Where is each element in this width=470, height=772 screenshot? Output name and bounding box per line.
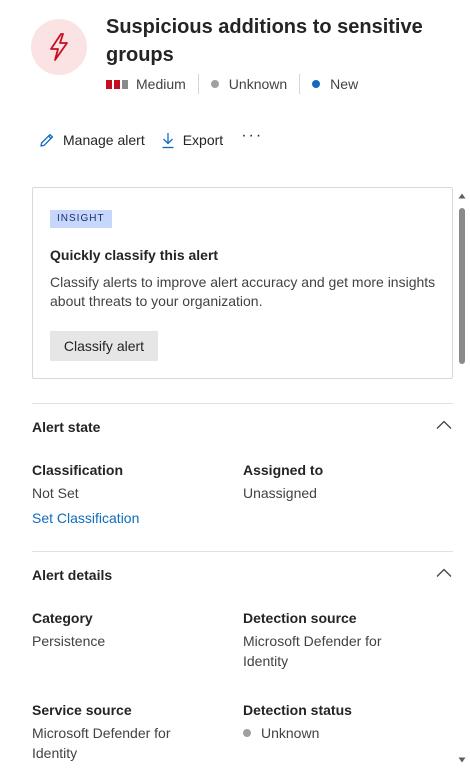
export-label: Export <box>182 132 224 148</box>
chevron-up-icon[interactable] <box>436 568 452 578</box>
status-dot-icon <box>243 729 251 737</box>
status-dot-icon <box>312 80 321 88</box>
divider <box>197 74 199 94</box>
more-options-button[interactable]: ··· <box>241 127 263 145</box>
category-label: Category <box>32 610 93 626</box>
detection-status-value-row: Unknown <box>243 723 319 743</box>
vertical-scrollbar[interactable] <box>456 190 468 772</box>
detection-status-label: Detection status <box>243 702 352 718</box>
alert-toolbar: Manage alert Export ··· <box>38 127 263 151</box>
alert-details-title: Alert details <box>32 567 113 583</box>
set-classification-link[interactable]: Set Classification <box>32 510 139 526</box>
detection-status-value: Unknown <box>261 725 320 741</box>
export-button[interactable]: Export <box>161 132 223 149</box>
divider <box>299 74 301 94</box>
alert-status-label: New <box>330 76 359 92</box>
lightning-bolt-icon <box>31 19 87 75</box>
detection-source-value: Microsoft Defender for Identity <box>243 633 382 669</box>
pencil-icon <box>40 133 54 147</box>
scroll-down-arrow-icon[interactable] <box>458 756 466 764</box>
manage-alert-button[interactable]: Manage alert <box>38 132 145 149</box>
insight-card: INSIGHT Quickly classify this alert Clas… <box>32 187 453 379</box>
service-source-value: Microsoft Defender for Identity <box>32 725 171 761</box>
scrollbar-thumb[interactable] <box>459 208 465 364</box>
category-value: Persistence <box>32 633 106 649</box>
classify-alert-button[interactable]: Classify alert <box>50 331 158 361</box>
scroll-up-arrow-icon[interactable] <box>458 192 466 200</box>
alert-state-title: Alert state <box>32 419 101 435</box>
assigned-to-value: Unassigned <box>243 485 317 501</box>
divider <box>32 551 453 552</box>
chevron-up-icon[interactable] <box>436 420 452 430</box>
insight-text: Classify alerts to improve alert accurac… <box>50 274 436 309</box>
alert-header: Suspicious additions to sensitive groups… <box>0 0 470 110</box>
download-icon <box>162 132 174 148</box>
classification-value: Not Set <box>32 485 79 501</box>
status-dot-icon <box>210 80 219 88</box>
detection-status-label: Unknown <box>228 76 288 92</box>
alert-title: Suspicious additions to sensitive groups <box>106 16 423 66</box>
severity-indicator-icon <box>106 79 128 89</box>
assigned-to-label: Assigned to <box>243 462 324 478</box>
insight-badge: INSIGHT <box>50 210 112 228</box>
severity-label: Medium <box>136 76 186 92</box>
alert-details-panel[interactable]: INSIGHT Quickly classify this alert Clas… <box>0 175 470 772</box>
alert-meta: Medium Unknown New <box>106 74 358 94</box>
service-source-label: Service source <box>32 702 132 718</box>
manage-alert-label: Manage alert <box>63 132 145 148</box>
insight-heading: Quickly classify this alert <box>50 247 219 263</box>
detection-source-label: Detection source <box>243 610 357 626</box>
divider <box>32 403 453 404</box>
classification-label: Classification <box>32 462 124 478</box>
